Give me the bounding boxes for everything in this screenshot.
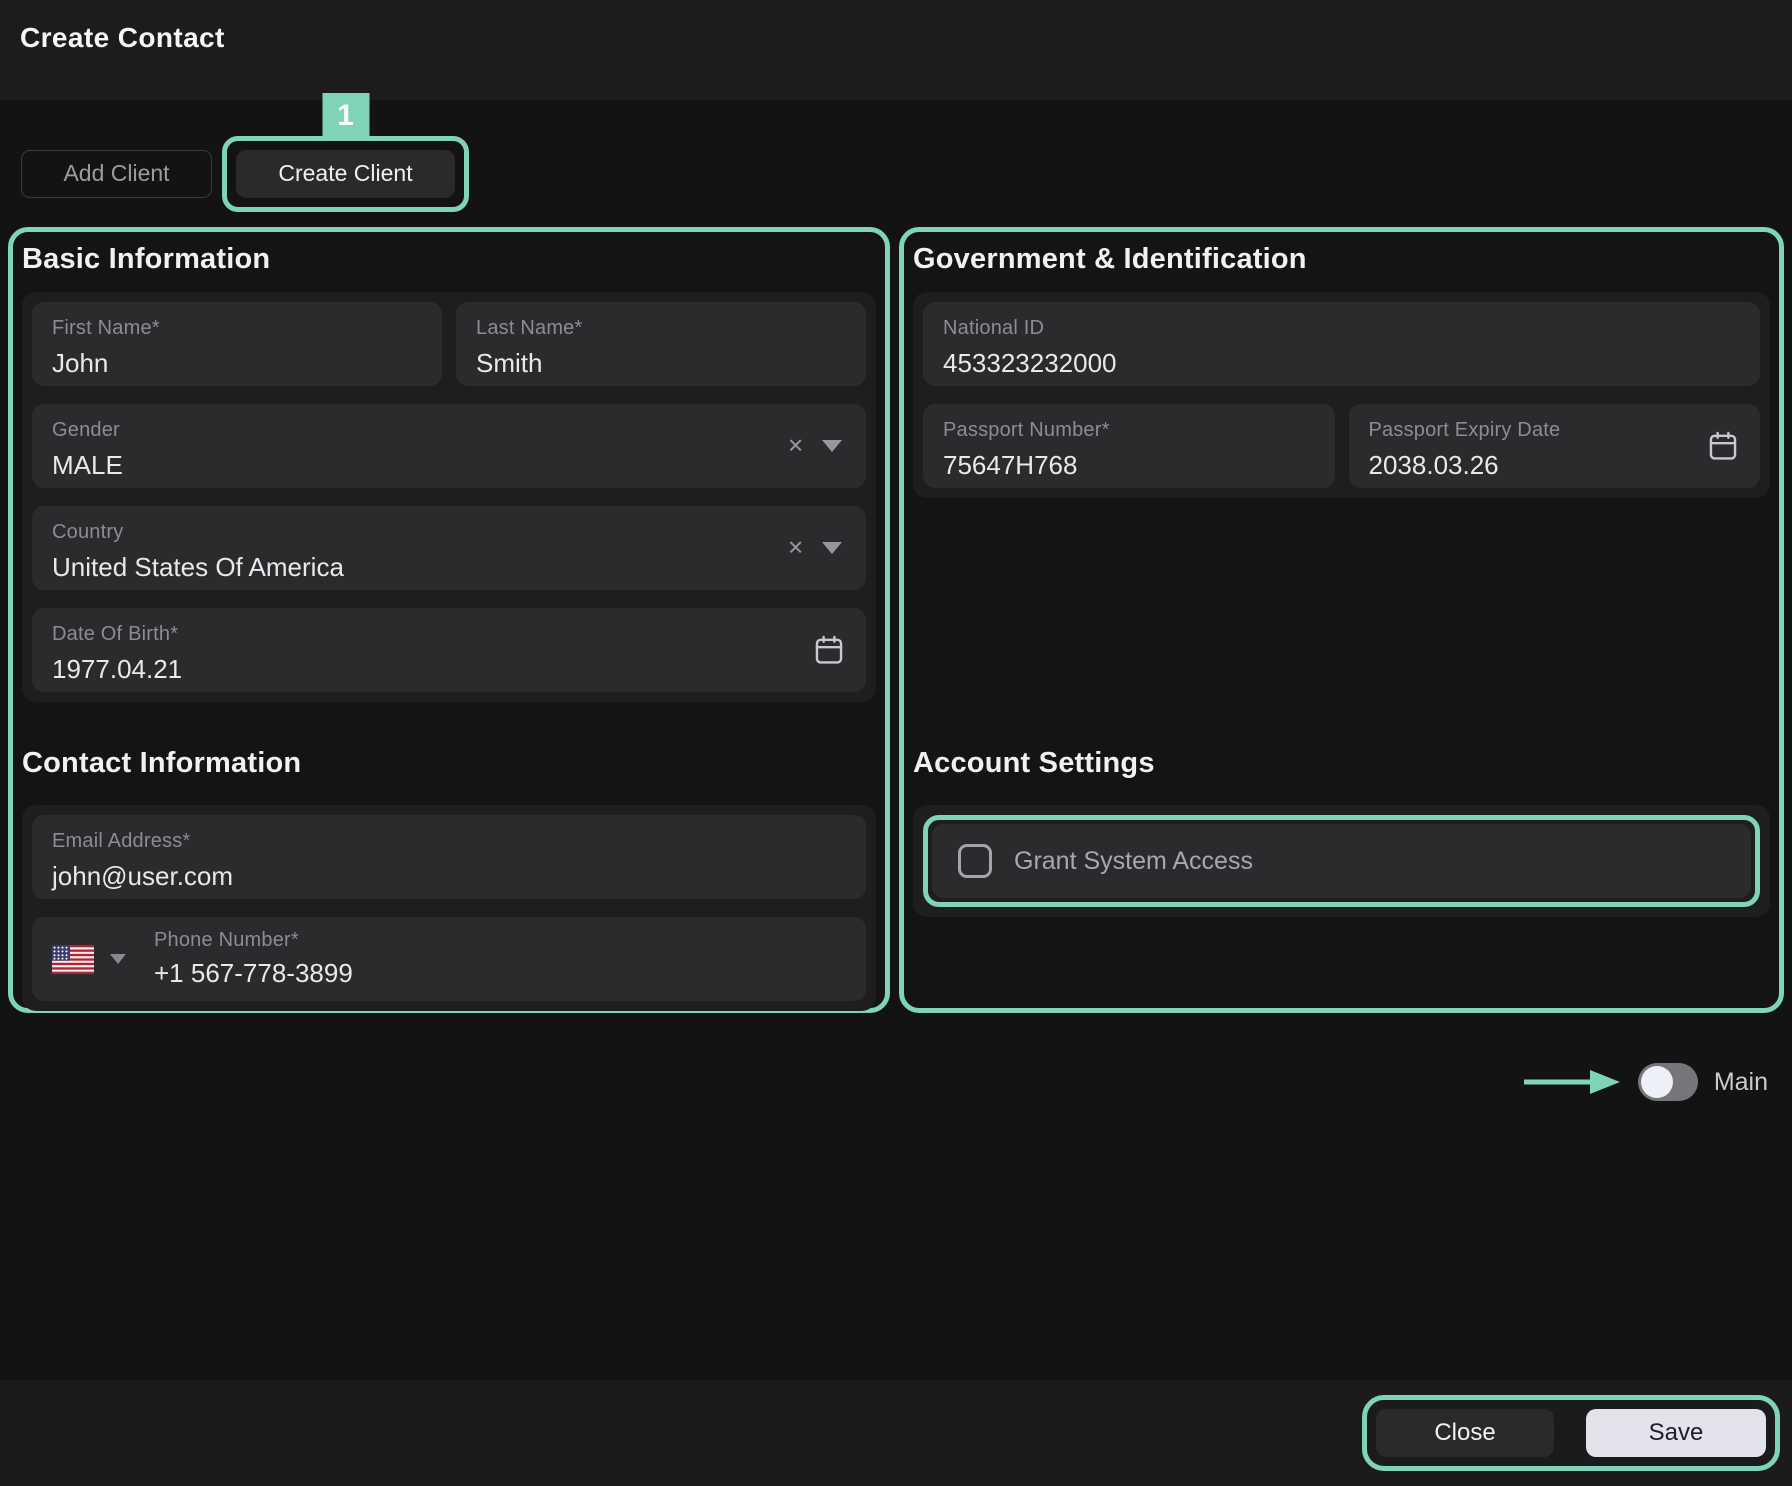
contact-information-heading: Contact Information: [22, 746, 876, 780]
email-value: john@user.com: [52, 861, 846, 892]
first-name-value: John: [52, 348, 422, 379]
passport-number-value: 75647H768: [943, 450, 1315, 481]
grant-system-access-row[interactable]: Grant System Access: [932, 824, 1751, 898]
chevron-down-icon[interactable]: [822, 440, 842, 452]
tab-create-client-label: Create Client: [278, 160, 412, 187]
date-of-birth-label: Date Of Birth*: [52, 623, 846, 646]
national-id-field[interactable]: National ID 453323232000: [923, 302, 1760, 386]
grant-system-access-checkbox[interactable]: [958, 844, 992, 878]
close-button[interactable]: Close: [1376, 1409, 1554, 1457]
phone-field[interactable]: Phone Number* +1 567-778-3899: [32, 917, 866, 1001]
gender-value: MALE: [52, 450, 846, 481]
dialog-footer: Close Save: [0, 1380, 1792, 1486]
gender-label: Gender: [52, 419, 846, 442]
annotation-arrow-icon: [1522, 1069, 1622, 1095]
step-annotation-badge: 1: [322, 93, 369, 140]
grant-system-access-label: Grant System Access: [1014, 847, 1253, 876]
email-field[interactable]: Email Address* john@user.com: [32, 815, 866, 899]
right-panel: Government & Identification National ID …: [899, 227, 1784, 1013]
first-name-field[interactable]: First Name* John: [32, 302, 442, 386]
tab-create-client[interactable]: Create Client: [236, 150, 455, 198]
left-panel: Basic Information First Name* John Last …: [8, 227, 890, 1013]
contact-information-fields: Email Address* john@user.com: [22, 805, 876, 1011]
last-name-field[interactable]: Last Name* Smith: [456, 302, 866, 386]
passport-expiry-field[interactable]: Passport Expiry Date 2038.03.26: [1349, 404, 1761, 488]
save-button[interactable]: Save: [1586, 1409, 1766, 1457]
client-tabs: Add Client 1 Create Client: [21, 133, 1792, 214]
account-settings-heading: Account Settings: [913, 746, 1770, 780]
date-of-birth-value: 1977.04.21: [52, 654, 846, 685]
create-contact-dialog: Create Contact Add Client 1 Create Clien…: [0, 0, 1792, 1486]
passport-expiry-label: Passport Expiry Date: [1369, 419, 1741, 442]
basic-information-fields: First Name* John Last Name* Smith Gender…: [22, 292, 876, 702]
us-flag-icon[interactable]: [52, 945, 94, 974]
last-name-value: Smith: [476, 348, 846, 379]
passport-expiry-value: 2038.03.26: [1369, 450, 1741, 481]
form-panels: Basic Information First Name* John Last …: [8, 227, 1792, 1013]
country-code-chevron-icon[interactable]: [110, 954, 126, 964]
government-identification-fields: National ID 453323232000 Passport Number…: [913, 292, 1770, 498]
basic-information-heading: Basic Information: [22, 242, 876, 276]
phone-label: Phone Number*: [154, 929, 353, 952]
page-title: Create Contact: [20, 22, 1792, 54]
last-name-label: Last Name*: [476, 317, 846, 340]
footer-annotation-outline: Close Save: [1362, 1395, 1780, 1471]
grant-access-annotation-outline: Grant System Access: [923, 815, 1760, 907]
gender-select[interactable]: Gender MALE ✕: [32, 404, 866, 488]
account-settings-fields: Grant System Access: [913, 805, 1770, 917]
date-of-birth-field[interactable]: Date Of Birth* 1977.04.21: [32, 608, 866, 692]
create-client-annotation-outline: 1 Create Client: [222, 136, 469, 212]
government-identification-heading: Government & Identification: [913, 242, 1770, 276]
email-label: Email Address*: [52, 830, 846, 853]
main-toggle-knob: [1641, 1066, 1673, 1098]
passport-number-label: Passport Number*: [943, 419, 1315, 442]
calendar-icon[interactable]: [1706, 429, 1740, 463]
phone-value: +1 567-778-3899: [154, 958, 353, 989]
tab-add-client[interactable]: Add Client: [21, 150, 212, 198]
main-toggle-label: Main: [1714, 1068, 1768, 1097]
passport-number-field[interactable]: Passport Number* 75647H768: [923, 404, 1335, 488]
national-id-label: National ID: [943, 317, 1740, 340]
first-name-label: First Name*: [52, 317, 422, 340]
national-id-value: 453323232000: [943, 348, 1740, 379]
main-toggle-row: Main: [0, 1063, 1792, 1101]
calendar-icon[interactable]: [812, 633, 846, 667]
country-value: United States Of America: [52, 552, 846, 583]
tab-add-client-label: Add Client: [63, 160, 169, 187]
country-label: Country: [52, 521, 846, 544]
clear-icon[interactable]: ✕: [787, 536, 804, 561]
clear-icon[interactable]: ✕: [787, 434, 804, 459]
dialog-header: Create Contact: [0, 0, 1792, 100]
main-toggle[interactable]: [1638, 1063, 1698, 1101]
country-select[interactable]: Country United States Of America ✕: [32, 506, 866, 590]
chevron-down-icon[interactable]: [822, 542, 842, 554]
